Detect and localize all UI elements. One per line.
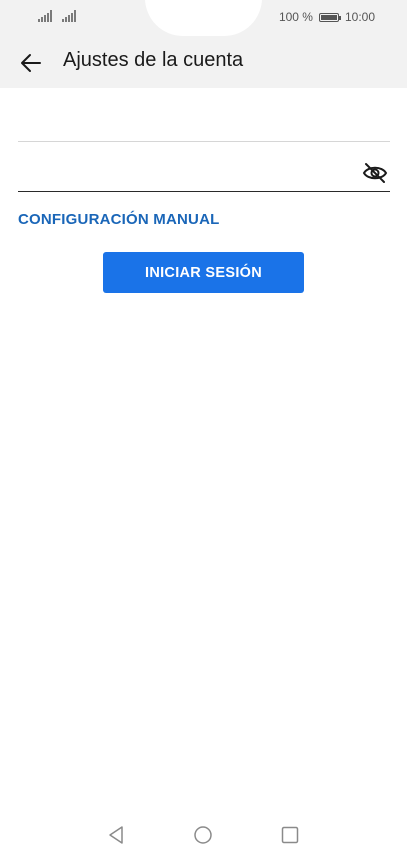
signal-strength-icon <box>62 10 78 22</box>
battery-icon <box>318 12 341 22</box>
eye-off-icon[interactable] <box>362 162 388 184</box>
signal-indicators <box>38 10 78 22</box>
status-right: 100 % 10:00 <box>279 10 375 24</box>
account-input[interactable] <box>18 100 338 138</box>
login-button[interactable]: INICIAR SESIÓN <box>103 252 304 293</box>
arrow-left-icon[interactable] <box>18 50 44 76</box>
password-input[interactable] <box>18 150 338 188</box>
account-field[interactable] <box>18 100 390 142</box>
signal-strength-icon <box>38 10 54 22</box>
circle-home-icon[interactable] <box>193 825 213 845</box>
square-recent-icon[interactable] <box>281 826 299 844</box>
system-navigation-bar <box>0 815 407 855</box>
clock: 10:00 <box>344 10 375 24</box>
camera-notch <box>145 0 262 36</box>
status-bar: 100 % 10:00 <box>0 0 407 38</box>
password-field[interactable] <box>18 150 390 192</box>
triangle-back-icon[interactable] <box>106 825 126 845</box>
page-title: Ajustes de la cuenta <box>63 49 244 71</box>
app-header: Ajustes de la cuenta <box>0 38 407 88</box>
manual-configuration-link[interactable]: CONFIGURACIÓN MANUAL <box>18 211 219 228</box>
battery-percent: 100 % <box>278 10 313 24</box>
